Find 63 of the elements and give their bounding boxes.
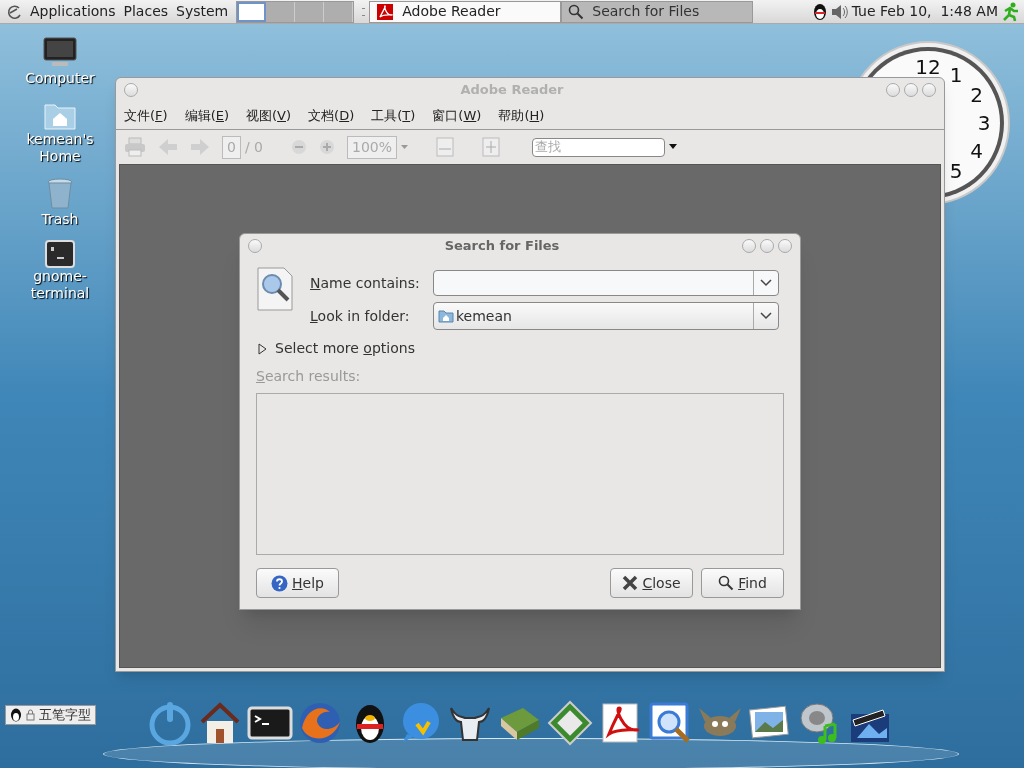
editor-logo-icon[interactable]	[547, 700, 593, 746]
forward-arrow-icon[interactable]	[190, 138, 210, 156]
minimize-button[interactable]	[742, 239, 756, 253]
close-button[interactable]: Close	[610, 568, 693, 598]
taskbar-button[interactable]: Search for Files	[561, 0, 754, 23]
find-button[interactable]: Find	[701, 568, 784, 598]
panel-menu[interactable]: Applications	[26, 1, 120, 22]
fit-page-icon[interactable]	[482, 137, 501, 157]
window-menu-button[interactable]	[124, 83, 138, 97]
menu-item[interactable]: 帮助(H)	[498, 105, 545, 126]
close-button[interactable]	[922, 83, 936, 97]
workspace[interactable]	[266, 1, 296, 22]
speaker-icon[interactable]	[829, 2, 848, 21]
window-title: Adobe Reader	[459, 81, 565, 100]
close-icon	[622, 575, 639, 591]
menu-item[interactable]: 文件(F)	[124, 105, 168, 126]
field-label: Look in folder:	[310, 306, 411, 326]
home-folder-icon	[438, 309, 454, 323]
workspace[interactable]	[295, 1, 325, 22]
menu-item[interactable]: 视图(V)	[246, 105, 292, 126]
window-title: Search for Files	[443, 237, 561, 256]
back-arrow-icon[interactable]	[158, 138, 178, 156]
trash-icon	[46, 177, 74, 211]
printer-icon[interactable]	[124, 137, 146, 157]
panel-clock[interactable]: Tue Feb 10, 1:48 AM	[851, 1, 998, 22]
running-man-icon[interactable]	[1002, 1, 1020, 22]
close-button[interactable]	[778, 239, 792, 253]
menu-item[interactable]: 窗口(W)	[432, 105, 482, 126]
penguin-icon	[10, 708, 22, 722]
collapsed-triangle-icon	[258, 342, 267, 355]
pdf-icon	[376, 2, 395, 21]
name-combo-field[interactable]	[433, 270, 779, 296]
lock-icon	[26, 709, 35, 721]
terminal-icon	[45, 240, 75, 268]
zoom-in-icon[interactable]	[319, 139, 335, 155]
panel-menu[interactable]: Places	[119, 1, 173, 22]
page-total: / 0	[244, 137, 263, 157]
menu-logo-icon[interactable]	[6, 3, 22, 20]
dropdown-arrow-icon[interactable]	[669, 144, 678, 150]
workspace[interactable]	[237, 1, 267, 22]
field-label: Name contains:	[310, 273, 420, 293]
taskbar-button[interactable]: Adobe Reader	[369, 0, 562, 23]
more-options-expander[interactable]: Select more options	[258, 338, 415, 359]
penguin-icon[interactable]	[811, 2, 828, 21]
help-button[interactable]: Help	[256, 568, 339, 598]
search-icon	[718, 575, 735, 591]
menu-item[interactable]: 编辑(E)	[184, 105, 229, 126]
search-icon	[568, 3, 585, 20]
window-menu-button[interactable]	[248, 239, 262, 253]
panel-menu[interactable]: System	[172, 1, 233, 22]
zoom-out-icon[interactable]	[291, 139, 307, 155]
menu-item[interactable]: 文档(D)	[308, 105, 355, 126]
input-method-bar[interactable]: 五笔字型	[5, 705, 96, 725]
results-label: Search results:	[256, 367, 361, 386]
menu-item[interactable]: 工具(T)	[371, 105, 416, 126]
search-document-icon	[256, 266, 294, 312]
workspace[interactable]	[324, 1, 354, 22]
maximize-button[interactable]	[760, 239, 774, 253]
fit-width-icon[interactable]	[436, 137, 455, 157]
help-icon	[271, 574, 289, 592]
folder-combo-field[interactable]: kemean	[433, 302, 779, 330]
maximize-button[interactable]	[904, 83, 918, 97]
minimize-button[interactable]	[886, 83, 900, 97]
